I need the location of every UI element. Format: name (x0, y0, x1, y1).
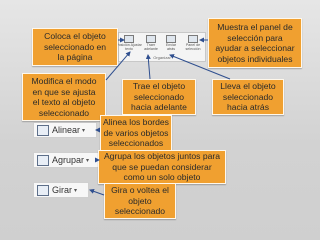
arrow-rotate (89, 188, 105, 196)
arrow-wrap-text (105, 51, 131, 81)
connector-arrows (89, 37, 231, 196)
arrow-bring-forward (145, 54, 151, 80)
arrow-send-backward (169, 54, 231, 80)
